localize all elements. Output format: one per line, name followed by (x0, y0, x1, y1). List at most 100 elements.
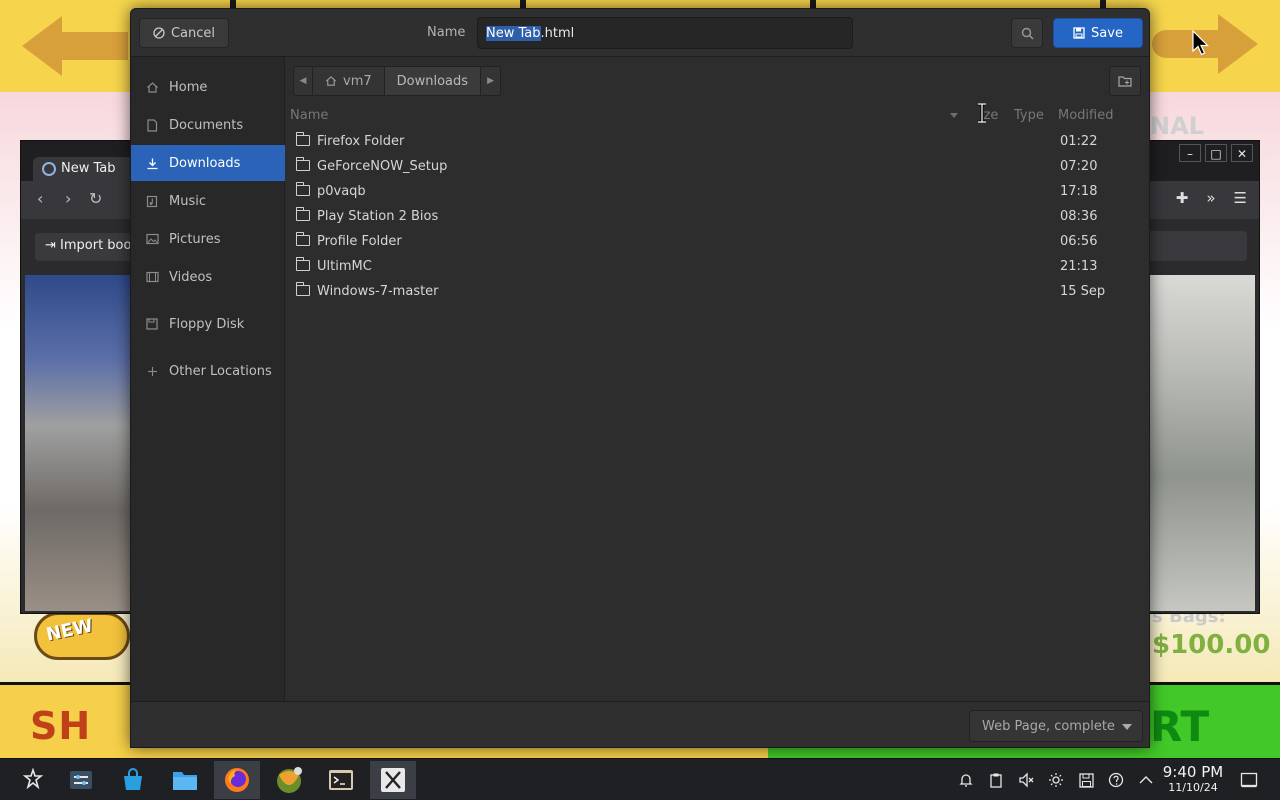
plus-icon (145, 364, 159, 378)
extensions-icon[interactable]: ✚ (1176, 189, 1189, 207)
new-folder-button[interactable] (1109, 66, 1141, 96)
document-icon (145, 118, 159, 132)
sidebar-item-music[interactable]: Music (131, 183, 285, 219)
sidebar-item-home[interactable]: Home (131, 69, 285, 105)
taskbar-x-app[interactable] (370, 761, 416, 799)
import-bookmarks-button[interactable]: ⇥ Import boo (35, 233, 142, 261)
sidebar-item-floppy-disk[interactable]: Floppy Disk (131, 306, 285, 342)
column-type[interactable]: Type (1014, 108, 1044, 123)
game-right-arrow-icon (1218, 14, 1258, 74)
table-row[interactable]: Firefox Folder 01:22 (286, 129, 1142, 154)
folder-icon (295, 282, 310, 296)
system-clock[interactable]: 9:40 PM 11/10/24 (1160, 764, 1226, 795)
column-name[interactable]: Name (290, 108, 328, 123)
taskbar-files[interactable] (162, 761, 208, 799)
file-name: Profile Folder (317, 234, 402, 249)
path-back-icon[interactable]: ◀ (293, 66, 313, 96)
places-sidebar: Home Documents Downloads Music Pictures … (131, 57, 285, 701)
sidebar-item-label: Videos (169, 269, 213, 285)
folder-icon (295, 232, 310, 246)
show-desktop-button[interactable] (1236, 767, 1262, 793)
brightness-icon[interactable] (1042, 766, 1070, 794)
forward-icon[interactable]: › (65, 189, 71, 208)
path-segment-home[interactable]: vm7 (313, 66, 385, 96)
reload-icon[interactable]: ↻ (89, 189, 102, 208)
sort-descending-icon (950, 113, 958, 118)
path-bar: ◀ vm7 Downloads ▶ (293, 66, 502, 96)
cancel-label: Cancel (170, 25, 216, 41)
filename-selected-text: New Tab (486, 25, 541, 41)
taskbar-firefox[interactable] (214, 761, 260, 799)
minimize-icon[interactable]: – (1179, 144, 1201, 162)
save-button[interactable]: Save (1053, 18, 1143, 48)
chevron-up-icon[interactable] (1132, 766, 1160, 794)
app-launcher-button[interactable] (10, 761, 56, 799)
cancel-button[interactable]: Cancel (139, 18, 229, 48)
browser-toolbar-right: ✚ » ☰ (1176, 189, 1247, 207)
taskbar-terminal[interactable] (318, 761, 364, 799)
table-row[interactable]: Profile Folder 06:56 (286, 229, 1142, 254)
overflow-icon[interactable]: » (1206, 189, 1215, 207)
file-modified: 01:22 (1060, 134, 1098, 149)
disk-icon[interactable] (1072, 766, 1100, 794)
volume-muted-icon[interactable] (1012, 766, 1040, 794)
sidebar-item-label: Pictures (169, 231, 221, 247)
sidebar-item-pictures[interactable]: Pictures (131, 221, 285, 257)
column-modified[interactable]: Modified (1058, 108, 1113, 123)
home-icon (145, 80, 159, 94)
sidebar-item-label: Other Locations (169, 363, 272, 379)
path-forward-icon[interactable]: ▶ (481, 66, 502, 96)
sidebar-item-videos[interactable]: Videos (131, 259, 285, 295)
save-dialog: Cancel Name New Tab .html Save Home Docum… (130, 8, 1150, 748)
filename-input[interactable]: New Tab .html (477, 17, 853, 49)
back-icon[interactable]: ‹ (37, 189, 43, 208)
music-icon (145, 194, 159, 208)
sidebar-item-downloads[interactable]: Downloads (131, 145, 285, 181)
files-icon (173, 772, 197, 790)
table-row[interactable]: p0vaqb 17:18 (286, 179, 1142, 204)
path-segment-downloads[interactable]: Downloads (384, 66, 482, 96)
folder-icon (295, 182, 310, 196)
help-icon[interactable] (1102, 766, 1130, 794)
game-start-text: RT (1150, 702, 1210, 751)
file-list-header: Name ize Type Modified (286, 105, 1142, 127)
notifications-icon[interactable] (952, 766, 980, 794)
game-left-arrow-icon (22, 16, 62, 76)
file-type-select[interactable]: Web Page, complete (969, 710, 1143, 742)
file-modified: 21:13 (1060, 259, 1098, 274)
close-icon[interactable]: ✕ (1231, 144, 1253, 162)
taskbar-store[interactable] (110, 761, 156, 799)
import-icon: ⇥ (45, 238, 61, 253)
file-name: Play Station 2 Bios (317, 209, 439, 224)
table-row[interactable]: UltimMC 21:13 (286, 254, 1142, 279)
folder-icon (295, 132, 310, 146)
folder-icon (295, 207, 310, 221)
sidebar-item-other-locations[interactable]: Other Locations (131, 353, 285, 389)
file-name: UltimMC (317, 259, 372, 274)
maximize-icon[interactable]: □ (1205, 144, 1227, 162)
game-price: $100.00 (1152, 630, 1271, 660)
taskbar: 9:40 PM 11/10/24 (0, 758, 1280, 800)
show-desktop-icon (1240, 772, 1258, 788)
table-row[interactable]: Windows-7-master 15 Sep (286, 279, 1142, 304)
file-modified: 06:56 (1060, 234, 1098, 249)
save-icon (1073, 27, 1085, 39)
text-cursor-icon (978, 103, 986, 123)
folder-icon (295, 157, 310, 171)
clipboard-icon[interactable] (982, 766, 1010, 794)
chevron-down-icon (1122, 724, 1132, 730)
file-modified: 07:20 (1060, 159, 1098, 174)
new-folder-icon (1118, 76, 1132, 87)
menu-icon[interactable]: ☰ (1234, 189, 1247, 207)
sidebar-item-documents[interactable]: Documents (131, 107, 285, 143)
search-icon (1021, 27, 1033, 39)
table-row[interactable]: GeForceNOW_Setup 07:20 (286, 154, 1142, 179)
bookmarks-right-slot (1147, 231, 1247, 261)
taskbar-geforce[interactable] (266, 761, 312, 799)
search-button[interactable] (1011, 18, 1043, 48)
name-label: Name (427, 25, 466, 40)
mouse-pointer-icon (1192, 30, 1209, 56)
taskbar-settings[interactable] (58, 761, 104, 799)
file-name: Windows-7-master (317, 284, 439, 299)
table-row[interactable]: Play Station 2 Bios 08:36 (286, 204, 1142, 229)
